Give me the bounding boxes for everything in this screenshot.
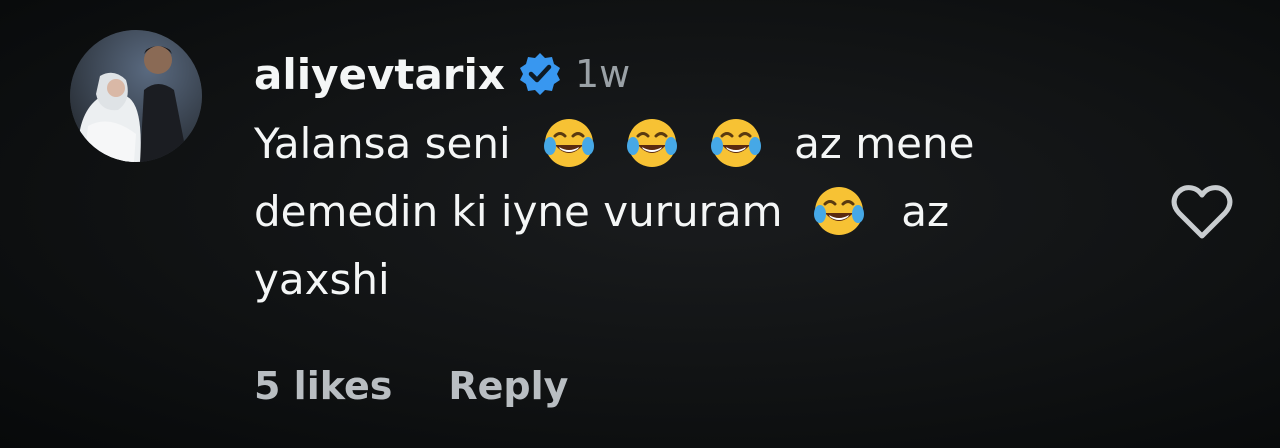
- avatar[interactable]: [70, 30, 202, 162]
- comment-header: aliyevtarix 1w: [254, 46, 630, 102]
- face-with-tears-of-joy-icon: [812, 184, 866, 238]
- comment-line-3: yaxshi: [254, 246, 1114, 314]
- comment: aliyevtarix 1w Yalansa seni az mene deme…: [0, 0, 1280, 448]
- face-with-tears-of-joy-icon: [709, 116, 763, 170]
- comment-text-part: Yalansa seni: [254, 119, 511, 168]
- timestamp: 1w: [575, 52, 631, 96]
- comment-text-part: demedin ki iyne vururam: [254, 187, 783, 236]
- comment-text-part: yaxshi: [254, 255, 390, 304]
- likes-count[interactable]: 5 likes: [254, 364, 392, 408]
- face-with-tears-of-joy-icon: [542, 116, 596, 170]
- comment-footer: 5 likes Reply: [254, 364, 568, 408]
- comment-line-2: demedin ki iyne vururam az: [254, 178, 1114, 246]
- comment-text-part: az mene: [794, 119, 975, 168]
- heart-outline-icon[interactable]: [1170, 184, 1234, 240]
- reply-button[interactable]: Reply: [448, 364, 568, 408]
- username[interactable]: aliyevtarix: [254, 50, 505, 99]
- comment-text-part: az: [901, 187, 950, 236]
- verified-badge-icon: [517, 51, 563, 97]
- comment-text: Yalansa seni az mene demedin ki iyne vur…: [254, 110, 1114, 314]
- comment-line-1: Yalansa seni az mene: [254, 110, 1114, 178]
- face-with-tears-of-joy-icon: [625, 116, 679, 170]
